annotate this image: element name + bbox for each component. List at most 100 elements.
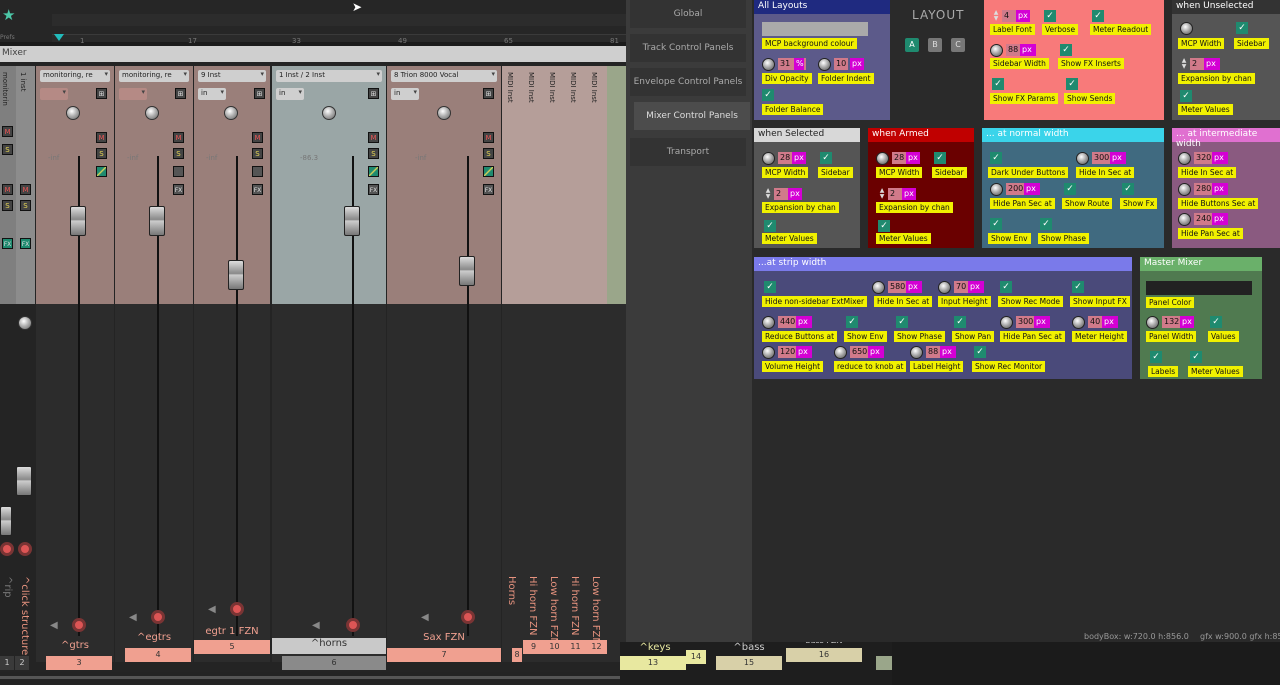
fx-button[interactable]: FX	[252, 184, 263, 195]
color-swatch[interactable]	[762, 22, 868, 36]
input-select[interactable]: 8 Trion 8000 Vocal	[391, 70, 497, 82]
checkbox[interactable]: ✓	[1060, 44, 1072, 56]
checkbox[interactable]: ✓	[934, 152, 946, 164]
solo-button[interactable]: S	[2, 144, 13, 155]
checkbox[interactable]: ✓	[1066, 78, 1078, 90]
track-number[interactable]: 6	[282, 656, 386, 670]
volume-fader[interactable]	[70, 206, 86, 236]
track-number[interactable]: 16	[786, 648, 862, 662]
hide-buttons-knob[interactable]	[1178, 183, 1191, 196]
checkbox[interactable]: ✓	[764, 281, 776, 293]
checkbox[interactable]: ✓	[846, 316, 858, 328]
record-arm-button[interactable]	[230, 602, 244, 616]
nav-global[interactable]: Global	[630, 0, 746, 28]
solo-button[interactable]: S	[20, 200, 31, 211]
mcp-width-knob[interactable]	[762, 152, 775, 165]
mixer-strip-7[interactable]: 8 Trion 8000 Vocal in ⊞ M S FX -inf ◀ Sa…	[387, 66, 501, 662]
hide-pan-knob[interactable]	[1178, 213, 1191, 226]
value[interactable]: 40	[1088, 316, 1102, 328]
solo-button[interactable]: S	[483, 148, 494, 159]
input-knob[interactable]	[224, 106, 238, 120]
opacity-knob[interactable]	[762, 58, 775, 71]
input-select[interactable]: 9 Inst	[198, 70, 266, 82]
monitor-select[interactable]: in	[391, 88, 419, 100]
fx-button[interactable]: FX	[173, 184, 184, 195]
routing-icon[interactable]: ⊞	[483, 88, 494, 99]
nav-transport[interactable]: Transport	[630, 138, 746, 166]
fx-button[interactable]: FX	[483, 184, 494, 195]
nav-track-control-panels[interactable]: Track Control Panels	[630, 34, 746, 62]
checkbox[interactable]: ✓	[1064, 183, 1076, 195]
value[interactable]: 650	[850, 346, 868, 358]
solo-button[interactable]: S	[96, 148, 107, 159]
mcp-width-knob[interactable]	[876, 152, 889, 165]
volume-fader[interactable]	[228, 260, 244, 290]
solo-button[interactable]: S	[368, 148, 379, 159]
input-select[interactable]: 1 Inst / 2 Inst	[276, 70, 382, 82]
track-number[interactable]: 3	[46, 656, 112, 670]
input-knob[interactable]	[145, 106, 159, 120]
track-number[interactable]: 9	[523, 640, 544, 654]
checkbox[interactable]: ✓	[1180, 90, 1192, 102]
value[interactable]: 88	[926, 346, 940, 358]
mixer-strip-2[interactable]: 1 inst M S FX ^click structure	[16, 66, 35, 662]
layout-a-button[interactable]: A	[905, 38, 919, 52]
phase-icon[interactable]	[252, 166, 263, 177]
panel-width-knob[interactable]	[1146, 316, 1159, 329]
value[interactable]: 240	[1194, 213, 1212, 225]
color-swatch[interactable]	[1146, 281, 1252, 295]
record-arm-button[interactable]	[346, 618, 360, 632]
hide-in-knob[interactable]	[872, 281, 885, 294]
prefs-label[interactable]: Prefs	[0, 34, 15, 41]
layout-c-button[interactable]: C	[951, 38, 965, 52]
checkbox[interactable]: ✓	[764, 220, 776, 232]
checkbox[interactable]: ✓	[1122, 183, 1134, 195]
mixer-strip-1[interactable]: monitorin M S M S FX ^rip	[0, 66, 16, 662]
routing-icon[interactable]: ⊞	[175, 88, 186, 99]
track-number[interactable]: 7	[387, 648, 501, 662]
mixer-strip-6[interactable]: 1 Inst / 2 Inst in ⊞ M S FX -86.3 ◀ ^hor…	[272, 66, 386, 662]
layout-b-button[interactable]: B	[928, 38, 942, 52]
volume-fader[interactable]	[344, 206, 360, 236]
reduce-knob-knob[interactable]	[834, 346, 847, 359]
solo-button[interactable]: S	[173, 148, 184, 159]
speaker-icon[interactable]: ◀	[129, 612, 137, 623]
track-number[interactable]: 4	[125, 648, 191, 662]
sidebar-width-knob[interactable]	[990, 44, 1003, 57]
mute-button[interactable]: M	[252, 132, 263, 143]
speaker-icon[interactable]: ◀	[421, 612, 429, 623]
value[interactable]: 580	[888, 281, 906, 293]
value[interactable]: 300	[1092, 152, 1110, 164]
checkbox[interactable]: ✓	[820, 152, 832, 164]
value[interactable]: 28	[892, 152, 906, 164]
input-select[interactable]: monitoring, re	[40, 70, 110, 82]
checkbox[interactable]: ✓	[1236, 22, 1248, 34]
track-number[interactable]: 11	[565, 640, 586, 654]
stepper-icon[interactable]: ▲ ▼	[764, 188, 772, 200]
checkbox[interactable]: ✓	[1044, 10, 1056, 22]
checkbox[interactable]: ✓	[990, 218, 1002, 230]
value[interactable]: 440	[778, 316, 796, 328]
value[interactable]: 2	[888, 188, 902, 200]
speaker-icon[interactable]: ◀	[208, 604, 216, 615]
input-knob[interactable]	[322, 106, 336, 120]
volume-fader[interactable]	[0, 506, 12, 536]
timeline-ruler[interactable]	[52, 14, 626, 26]
mute-button[interactable]: M	[173, 132, 184, 143]
record-arm-button[interactable]	[72, 618, 86, 632]
fx-button[interactable]: FX	[2, 238, 13, 249]
value[interactable]: 132	[1162, 316, 1180, 328]
input-height-knob[interactable]	[938, 281, 951, 294]
mixer-title[interactable]: Mixer	[0, 46, 626, 62]
value[interactable]: 320	[1194, 152, 1212, 164]
value[interactable]: 88	[1006, 44, 1020, 56]
play-cursor-marker[interactable]	[54, 34, 64, 41]
timeline-ruler-lower[interactable]: 1 17 33 49 65 81	[52, 34, 626, 45]
speaker-icon[interactable]: ◀	[312, 620, 320, 631]
stepper-icon[interactable]: ▲ ▼	[878, 188, 886, 200]
nav-mixer-control-panels[interactable]: Mixer Control Panels	[634, 102, 750, 130]
nav-envelope-control-panels[interactable]: Envelope Control Panels	[630, 68, 746, 96]
phase-icon[interactable]	[483, 166, 494, 177]
hide-pan-knob[interactable]	[990, 183, 1003, 196]
value[interactable]: 2	[774, 188, 788, 200]
